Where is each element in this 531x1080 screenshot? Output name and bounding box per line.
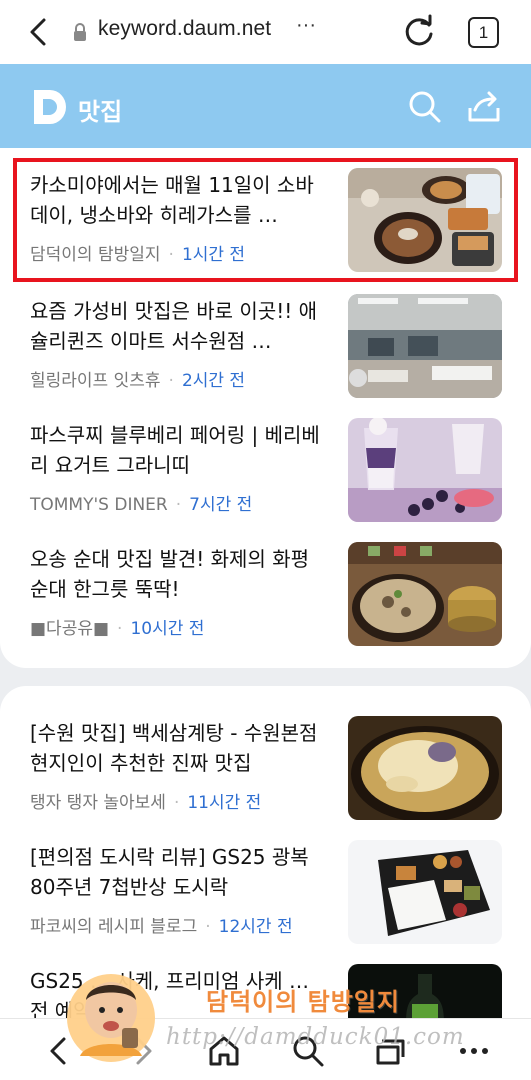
item-meta: ■다공유■ · 10시간 전 [30, 619, 205, 639]
list-item[interactable]: 오송 순대 맛집 발견! 화제의 화평 순대 한그릇 뚝딱! ■다공유■ · 10시… [0, 534, 531, 658]
item-title[interactable]: [편의점 도시락 리뷰] GS25 광복 80주년 7첩반상 도시락 [30, 842, 320, 902]
samgyetang-thumbnail[interactable] [348, 716, 502, 820]
sundae-soup-thumbnail[interactable] [348, 542, 502, 646]
watermark-brand: 담덕이의 탐방일지 [206, 987, 400, 1016]
item-title[interactable]: 오송 순대 맛집 발견! 화제의 화평 순대 한그릇 뚝딱! [30, 544, 320, 604]
address-bar-url[interactable]: keyword.daum.net [98, 17, 271, 41]
item-meta: 탱자 탱자 놀아보세 · 11시간 전 [30, 793, 262, 813]
list-item[interactable]: [편의점 도시락 리뷰] GS25 광복 80주년 7첩반상 도시락 파코씨의 … [0, 832, 531, 956]
item-source: 파코씨의 레시피 블로그 [30, 917, 198, 937]
watermark-url: http://damdduck01.com [166, 1024, 465, 1050]
item-source: ■다공유■ [30, 619, 110, 639]
back-arrow-icon[interactable] [24, 14, 54, 50]
blueberry-drink-thumbnail[interactable] [348, 418, 502, 522]
item-time: 11시간 전 [187, 793, 262, 813]
item-meta: 파코씨의 레시피 블로그 · 12시간 전 [30, 917, 293, 937]
item-title[interactable]: 요즘 가성비 맛집은 바로 이곳!! 애슐리퀸즈 이마트 서수원점 … [30, 296, 320, 356]
item-time: 7시간 전 [189, 495, 253, 515]
search-icon[interactable] [408, 90, 442, 124]
page-title: 맛집 [78, 98, 123, 126]
reload-icon[interactable] [402, 14, 436, 50]
share-icon[interactable] [466, 90, 502, 124]
item-meta: TOMMY'S DINER · 7시간 전 [30, 495, 253, 515]
tab-count: 1 [478, 22, 489, 42]
blogger-avatar-icon [67, 974, 155, 1062]
list-item[interactable]: [수원 맛집] 백세삼계탕 - 수원본점 현지인이 추천한 진짜 맛집 탱자 탱… [0, 708, 531, 832]
url-more-indicator: ··· [296, 14, 316, 36]
browser-toolbar: keyword.daum.net ··· 1 [0, 0, 531, 64]
item-source: TOMMY'S DINER [30, 495, 168, 515]
item-time: 2시간 전 [181, 371, 246, 391]
item-title[interactable]: [수원 맛집] 백세삼계탕 - 수원본점 현지인이 추천한 진짜 맛집 [30, 718, 320, 778]
item-meta: 힐링라이프 잇츠휴 · 2시간 전 [30, 371, 246, 391]
highlight-box [13, 158, 518, 282]
daum-header: 맛집 [0, 64, 531, 148]
list-item[interactable]: 파스쿠찌 블루베리 페어링 | 베리베리 요거트 그라니띠 TOMMY'S DI… [0, 410, 531, 534]
list-item[interactable]: 요즘 가성비 맛집은 바로 이곳!! 애슐리퀸즈 이마트 서수원점 … 힐링라이… [0, 286, 531, 410]
item-source: 탱자 탱자 놀아보세 [30, 793, 166, 813]
item-title[interactable]: 파스쿠찌 블루베리 페어링 | 베리베리 요거트 그라니띠 [30, 420, 320, 480]
item-time: 10시간 전 [130, 619, 205, 639]
item-source: 힐링라이프 잇츠휴 [30, 371, 161, 391]
daum-logo-icon[interactable] [30, 88, 68, 126]
lunchbox-thumbnail[interactable] [348, 840, 502, 944]
lock-icon [74, 23, 86, 41]
tab-count-button[interactable]: 1 [468, 17, 499, 48]
item-time: 12시간 전 [218, 917, 293, 937]
buffet-restaurant-thumbnail[interactable] [348, 294, 502, 398]
